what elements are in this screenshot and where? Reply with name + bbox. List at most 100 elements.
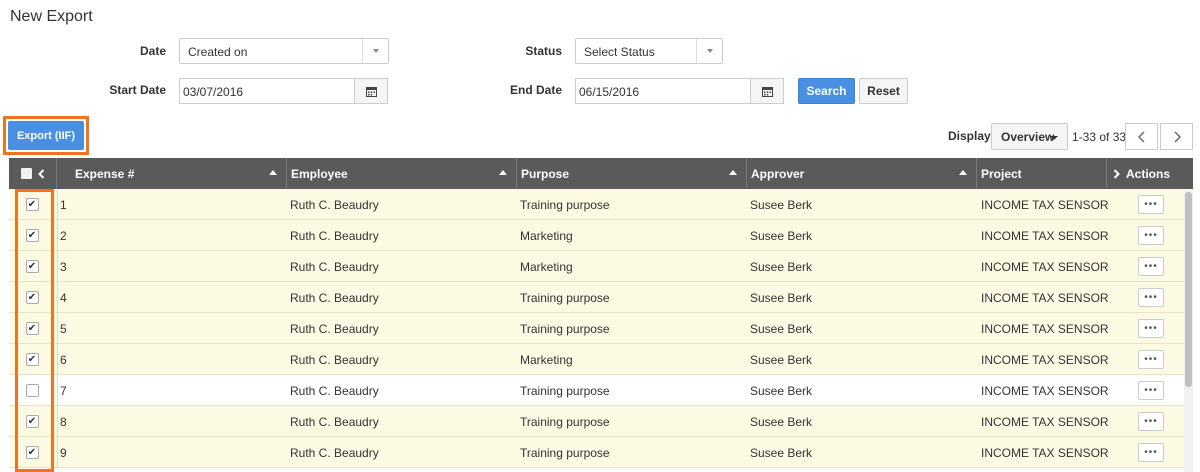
actions-cell: ••• xyxy=(1138,437,1164,468)
export-iif-button[interactable]: Export (IIF) xyxy=(8,121,84,150)
status-label: Status xyxy=(525,44,562,58)
more-dots-icon[interactable]: ••• xyxy=(1138,257,1164,276)
expense-table: Expense # Employee Purpose Approver Proj… xyxy=(9,158,1193,468)
purpose-cell: Training purpose xyxy=(520,290,610,305)
display-select-value: Overview xyxy=(1001,130,1055,144)
column-divider xyxy=(57,282,58,313)
expense-number-cell: 7 xyxy=(60,383,67,398)
sort-up-icon xyxy=(959,170,967,175)
actions-cell: ••• xyxy=(1138,189,1164,220)
more-dots-icon[interactable]: ••• xyxy=(1138,443,1164,462)
column-header-employee[interactable]: Employee xyxy=(287,158,517,189)
approver-cell: Susee Berk xyxy=(750,197,813,212)
start-date-label: Start Date xyxy=(109,83,166,97)
employee-cell: Ruth C. Beaudry xyxy=(290,321,379,336)
project-cell: INCOME TAX SENSOR xyxy=(981,228,1109,243)
caret-down-icon xyxy=(1050,136,1058,140)
project-cell: INCOME TAX SENSOR xyxy=(981,321,1109,336)
project-cell: INCOME TAX SENSOR xyxy=(981,352,1109,367)
select-all-checkbox[interactable] xyxy=(20,168,32,179)
approver-cell: Susee Berk xyxy=(750,290,813,305)
expense-number-cell: 5 xyxy=(60,321,67,336)
approver-cell: Susee Berk xyxy=(750,445,813,460)
column-header-purpose[interactable]: Purpose xyxy=(517,158,747,189)
table-row[interactable]: ✔ 1 Ruth C. Beaudry Training purpose Susee B… xyxy=(9,189,1193,220)
search-button[interactable]: Search xyxy=(798,78,855,104)
more-dots-icon[interactable]: ••• xyxy=(1138,350,1164,369)
end-date-value: 06/15/2016 xyxy=(579,85,640,99)
employee-cell: Ruth C. Beaudry xyxy=(290,259,379,274)
date-label: Date xyxy=(139,44,166,58)
project-cell: INCOME TAX SENSOR xyxy=(981,414,1109,429)
start-date-input[interactable]: 03/07/2016 xyxy=(179,78,388,104)
expense-number-cell: 9 xyxy=(60,445,67,460)
next-page-button[interactable] xyxy=(1160,123,1193,150)
pagination-range: 1-33 of 33 xyxy=(1072,130,1127,144)
table-row[interactable]: ✔ 8 Ruth C. Beaudry Training purpose Susee B… xyxy=(9,406,1193,437)
table-row[interactable]: ✔ 6 Ruth C. Beaudry Marketing Susee Berk INCO… xyxy=(9,344,1193,375)
chevron-right-icon[interactable] xyxy=(1113,168,1120,179)
more-dots-icon[interactable]: ••• xyxy=(1138,319,1164,338)
employee-cell: Ruth C. Beaudry xyxy=(290,290,379,305)
chevron-right-icon xyxy=(1173,130,1181,143)
calendar-icon[interactable] xyxy=(354,79,387,103)
header-select-cell xyxy=(9,158,57,189)
column-divider xyxy=(57,344,58,375)
prev-page-button[interactable] xyxy=(1125,123,1158,150)
table-row[interactable]: ✔ 3 Ruth C. Beaudry Marketing Susee Berk INCO… xyxy=(9,251,1193,282)
more-dots-icon[interactable]: ••• xyxy=(1138,195,1164,214)
more-dots-icon[interactable]: ••• xyxy=(1138,226,1164,245)
column-header-actions-label: Actions xyxy=(1126,166,1171,181)
chevron-down-icon xyxy=(696,39,722,63)
purpose-cell: Marketing xyxy=(520,352,573,367)
table-row[interactable]: ✔ 4 Ruth C. Beaudry Training purpose Susee B… xyxy=(9,282,1193,313)
chevron-left-icon[interactable] xyxy=(37,168,45,179)
approver-cell: Susee Berk xyxy=(750,259,813,274)
display-select[interactable]: Overview xyxy=(991,123,1068,150)
approver-cell: Susee Berk xyxy=(750,352,813,367)
employee-cell: Ruth C. Beaudry xyxy=(290,383,379,398)
more-dots-icon[interactable]: ••• xyxy=(1138,288,1164,307)
more-dots-icon[interactable]: ••• xyxy=(1138,381,1164,400)
table-row[interactable]: ✔ 5 Ruth C. Beaudry Training purpose Susee B… xyxy=(9,313,1193,344)
column-header-employee-label: Employee xyxy=(291,166,348,181)
column-divider xyxy=(57,406,58,437)
employee-cell: Ruth C. Beaudry xyxy=(290,197,379,212)
status-select-value: Select Status xyxy=(584,45,655,59)
table-header: Expense # Employee Purpose Approver Proj… xyxy=(9,158,1193,189)
actions-cell: ••• xyxy=(1138,313,1164,344)
table-row[interactable]: 7 Ruth C. Beaudry Training purpose Susee Be… xyxy=(9,375,1193,406)
chevron-down-icon xyxy=(362,39,388,63)
status-select[interactable]: Select Status xyxy=(575,38,723,64)
column-header-expense[interactable]: Expense # xyxy=(57,158,287,189)
end-date-input[interactable]: 06/15/2016 xyxy=(575,78,784,104)
sort-up-icon xyxy=(499,170,507,175)
column-header-expense-label: Expense # xyxy=(75,166,135,181)
chevron-left-icon xyxy=(1137,130,1145,143)
table-row[interactable]: ✔ 2 Ruth C. Beaudry Marketing Susee Berk INCO… xyxy=(9,220,1193,251)
end-date-label: End Date xyxy=(509,83,562,97)
purpose-cell: Training purpose xyxy=(520,197,610,212)
expense-number-cell: 8 xyxy=(60,414,67,429)
project-cell: INCOME TAX SENSOR xyxy=(981,445,1109,460)
table-scrollbar-thumb[interactable] xyxy=(1185,192,1192,387)
project-cell: INCOME TAX SENSOR xyxy=(981,290,1109,305)
expense-number-cell: 3 xyxy=(60,259,67,274)
column-header-purpose-label: Purpose xyxy=(521,166,570,181)
actions-cell: ••• xyxy=(1138,375,1164,406)
column-header-project[interactable]: Project xyxy=(977,158,1107,189)
more-dots-icon[interactable]: ••• xyxy=(1138,412,1164,431)
sort-up-icon xyxy=(729,170,737,175)
date-select[interactable]: Created on xyxy=(179,38,389,64)
table-row[interactable]: ✔ 9 Ruth C. Beaudry Training purpose Susee B… xyxy=(9,437,1193,468)
actions-cell: ••• xyxy=(1138,282,1164,313)
column-divider xyxy=(57,220,58,251)
column-divider xyxy=(57,375,58,406)
reset-button[interactable]: Reset xyxy=(859,78,908,104)
column-header-approver[interactable]: Approver xyxy=(747,158,977,189)
table-body: ✔ 1 Ruth C. Beaudry Training purpose Susee B… xyxy=(9,189,1193,468)
calendar-icon[interactable] xyxy=(750,79,783,103)
column-divider xyxy=(57,313,58,344)
expense-number-cell: 6 xyxy=(60,352,67,367)
column-header-project-label: Project xyxy=(981,166,1022,181)
